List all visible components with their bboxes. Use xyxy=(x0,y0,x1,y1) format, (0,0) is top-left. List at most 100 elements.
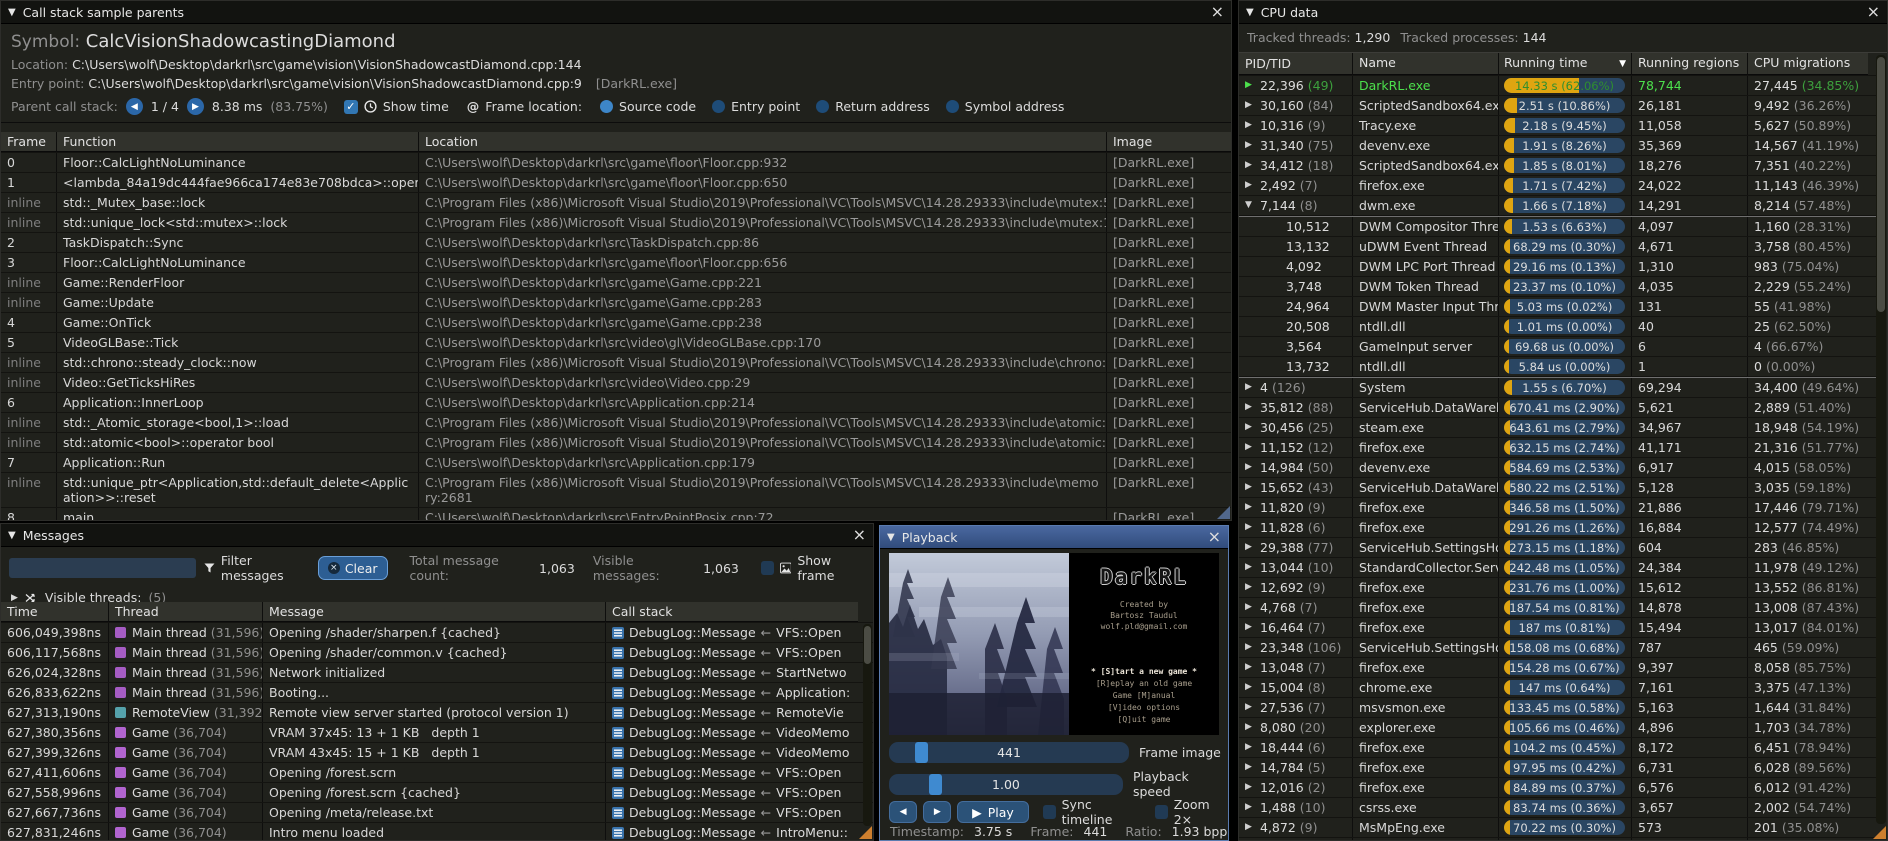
cpu-row[interactable]: ▶15,004(8)chrome.exe147 ms (0.64%)7,1613… xyxy=(1239,678,1876,698)
chevron-right-icon[interactable]: ▶ xyxy=(11,593,18,603)
column-header[interactable]: Image xyxy=(1107,132,1232,152)
message-row[interactable]: 627,380,356nsGame (36,704)VRAM 37x45: 13… xyxy=(1,723,873,743)
close-icon[interactable]: × xyxy=(853,527,866,543)
cpu-row[interactable]: ▶13,044(10)StandardCollector.Service242.… xyxy=(1239,558,1876,578)
show-frame-checkbox[interactable] xyxy=(761,561,774,575)
callstack-cell[interactable]: DebugLog::Message←RemoteVie xyxy=(606,703,858,722)
callstack-row[interactable]: inlinestd::chrono::steady_clock::nowC:\P… xyxy=(1,353,1231,373)
messages-panel-header[interactable]: ▼ Messages × xyxy=(1,524,873,547)
chevron-right-icon[interactable]: ▶ xyxy=(1245,560,1256,575)
radio-icon[interactable] xyxy=(816,100,829,113)
callstack-row[interactable]: inlineVideo::GetTicksHiResC:\Users\wolf\… xyxy=(1,373,1231,393)
cpu-row[interactable]: 24,964DWM Master Input Thread5.03 ms (0.… xyxy=(1239,297,1876,317)
cpu-row[interactable]: ▶23,348(106)ServiceHub.SettingsHost158.0… xyxy=(1239,638,1876,658)
column-header[interactable]: Thread xyxy=(109,602,263,622)
radio-icon[interactable] xyxy=(946,100,959,113)
callstack-list-icon[interactable] xyxy=(612,807,624,819)
callstack-list-icon[interactable] xyxy=(612,667,624,679)
cpu-row[interactable]: ▶15,652(43)ServiceHub.DataWarehouse580.2… xyxy=(1239,478,1876,498)
cpu-row[interactable]: ▶4,872(9)MsMpEng.exe70.22 ms (0.30%)5732… xyxy=(1239,818,1876,838)
callstack-row[interactable]: inlinestd::atomic<bool>::operator boolC:… xyxy=(1,433,1231,453)
cpu-row[interactable]: ▼7,144(8)dwm.exe1.66 s (7.18%)14,2918,21… xyxy=(1239,196,1876,216)
message-row[interactable]: 627,399,326nsGame (36,704)VRAM 43x45: 15… xyxy=(1,743,873,763)
resize-grip[interactable] xyxy=(1873,826,1886,839)
close-icon[interactable]: × xyxy=(1211,4,1224,20)
chevron-right-icon[interactable]: ▶ xyxy=(1245,380,1256,395)
speed-slider[interactable]: 1.00 xyxy=(889,774,1123,795)
callstack-cell[interactable]: DebugLog::Message←VFS::Open xyxy=(606,763,858,782)
chevron-right-icon[interactable]: ▶ xyxy=(1245,640,1256,655)
callstack-list-icon[interactable] xyxy=(612,827,624,839)
zoom-checkbox[interactable] xyxy=(1155,805,1168,819)
cpu-row[interactable]: ▶11,152(12)firefox.exe632.15 ms (2.74%)4… xyxy=(1239,438,1876,458)
callstack-cell[interactable]: DebugLog::Message←VideoMemo xyxy=(606,723,858,742)
chevron-right-icon[interactable]: ▶ xyxy=(1245,460,1256,475)
message-row[interactable]: 627,558,996nsGame (36,704)Opening /fores… xyxy=(1,783,873,803)
callstack-cell[interactable]: DebugLog::Message←Application: xyxy=(606,683,858,702)
callstack-list-icon[interactable] xyxy=(612,787,624,799)
cpu-row[interactable]: ▶30,160(84)ScriptedSandbox64.exe2.51 s (… xyxy=(1239,96,1876,116)
collapse-icon[interactable]: ▼ xyxy=(1246,7,1254,18)
collapse-icon[interactable]: ▼ xyxy=(887,532,895,543)
cpu-row[interactable]: ▶8,080(20)explorer.exe105.66 ms (0.46%)4… xyxy=(1239,718,1876,738)
chevron-right-icon[interactable]: ▶ xyxy=(1245,760,1256,775)
close-icon[interactable]: × xyxy=(1867,4,1880,20)
radio-icon[interactable] xyxy=(712,100,725,113)
cpu-row[interactable]: ▶34,412(18)ScriptedSandbox64.exe1.85 s (… xyxy=(1239,156,1876,176)
message-row[interactable]: 626,024,328nsMain thread (31,596)Network… xyxy=(1,663,873,683)
callstack-cell[interactable]: DebugLog::Message←VFS::Open xyxy=(606,623,858,642)
message-row[interactable]: 626,833,622nsMain thread (31,596)Booting… xyxy=(1,683,873,703)
frame-location-option[interactable]: Source code xyxy=(600,99,696,114)
cpu-row[interactable]: ▶27,536(7)msvsmon.exe133.45 ms (0.58%)5,… xyxy=(1239,698,1876,718)
callstack-row[interactable]: inlinestd::_Atomic_storage<bool,1>::load… xyxy=(1,413,1231,433)
message-row[interactable]: 606,117,568nsMain thread (31,596)Opening… xyxy=(1,643,873,663)
chevron-right-icon[interactable]: ▶ xyxy=(1245,178,1256,193)
chevron-right-icon[interactable]: ▶ xyxy=(1245,820,1256,835)
callstack-list-icon[interactable] xyxy=(612,727,624,739)
cpu-row[interactable]: ▶4(126)System1.55 s (6.70%)69,29434,400 … xyxy=(1239,377,1876,398)
prev-stack-button[interactable]: ◀ xyxy=(126,98,143,115)
cpu-panel-header[interactable]: ▼ CPU data × xyxy=(1239,1,1887,24)
cpu-row[interactable]: 3,748DWM Token Thread23.37 ms (0.10%)4,0… xyxy=(1239,277,1876,297)
cpu-row[interactable]: 20,508ntdll.dll1.01 ms (0.00%)4025 (62.5… xyxy=(1239,317,1876,337)
callstack-row[interactable]: 0Floor::CalcLightNoLuminanceC:\Users\wol… xyxy=(1,153,1231,173)
cpu-row[interactable]: 13,732ntdll.dll5.84 us (0.00%)10 (0.00%) xyxy=(1239,357,1876,377)
collapse-icon[interactable]: ▼ xyxy=(8,530,16,541)
chevron-right-icon[interactable]: ▶ xyxy=(1245,620,1256,635)
chevron-right-icon[interactable]: ▶ xyxy=(1245,680,1256,695)
cpu-row[interactable]: 10,512DWM Compositor Thread1.53 s (6.63%… xyxy=(1239,216,1876,237)
cpu-row[interactable]: ▶29,388(77)ServiceHub.SettingsHost273.15… xyxy=(1239,538,1876,558)
chevron-right-icon[interactable]: ▶ xyxy=(1245,520,1256,535)
callstack-row[interactable]: inlinestd::unique_ptr<Application,std::d… xyxy=(1,473,1231,508)
callstack-row[interactable]: inlineGame::RenderFloorC:\Users\wolf\Des… xyxy=(1,273,1231,293)
message-row[interactable]: 627,313,190nsRemoteView (31,392)Remote v… xyxy=(1,703,873,723)
message-row[interactable]: 606,049,398nsMain thread (31,596)Opening… xyxy=(1,623,873,643)
cpu-scrollbar[interactable] xyxy=(1876,55,1886,824)
cpu-row[interactable]: ▶13,048(7)firefox.exe154.28 ms (0.67%)9,… xyxy=(1239,658,1876,678)
callstack-row[interactable]: 1<lambda_84a19dc444fae966ca174e83e708bdc… xyxy=(1,173,1231,193)
message-row[interactable]: 627,411,606nsGame (36,704)Opening /fores… xyxy=(1,763,873,783)
frame-location-option[interactable]: Symbol address xyxy=(946,99,1065,114)
chevron-right-icon[interactable]: ▶ xyxy=(1245,138,1256,153)
callstack-row[interactable]: inlinestd::_Mutex_base::lockC:\Program F… xyxy=(1,193,1231,213)
callstack-cell[interactable]: DebugLog::Message←VFS::Open xyxy=(606,643,858,662)
callstack-cell[interactable]: DebugLog::Message←VideoMemo xyxy=(606,743,858,762)
callstack-list-icon[interactable] xyxy=(612,767,624,779)
callstack-cell[interactable]: DebugLog::Message←VFS::Open xyxy=(606,783,858,802)
messages-scrollbar[interactable] xyxy=(863,624,872,826)
chevron-right-icon[interactable]: ▶ xyxy=(1245,700,1256,715)
show-time-checkbox[interactable]: ✓ xyxy=(344,100,358,114)
chevron-right-icon[interactable]: ▶ xyxy=(1245,480,1256,495)
chevron-right-icon[interactable]: ▶ xyxy=(1245,740,1256,755)
clear-button[interactable]: × Clear xyxy=(318,556,388,580)
callstack-row[interactable]: 8mainC:\Users\wolf\Desktop\darkrl\src\En… xyxy=(1,508,1231,521)
cpu-row[interactable]: ▶16,464(7)firefox.exe187 ms (0.81%)15,49… xyxy=(1239,618,1876,638)
column-header[interactable]: Name xyxy=(1353,53,1499,75)
collapse-icon[interactable]: ▼ xyxy=(8,7,16,18)
cpu-row[interactable]: ▶11,820(9)firefox.exe346.58 ms (1.50%)21… xyxy=(1239,498,1876,518)
column-header[interactable]: Function xyxy=(57,132,419,152)
chevron-right-icon[interactable]: ▶ xyxy=(1245,500,1256,515)
cpu-row[interactable]: ▶30,456(25)steam.exe643.61 ms (2.79%)34,… xyxy=(1239,418,1876,438)
chevron-down-icon[interactable]: ▼ xyxy=(1245,198,1256,213)
chevron-right-icon[interactable]: ▶ xyxy=(1245,98,1256,113)
